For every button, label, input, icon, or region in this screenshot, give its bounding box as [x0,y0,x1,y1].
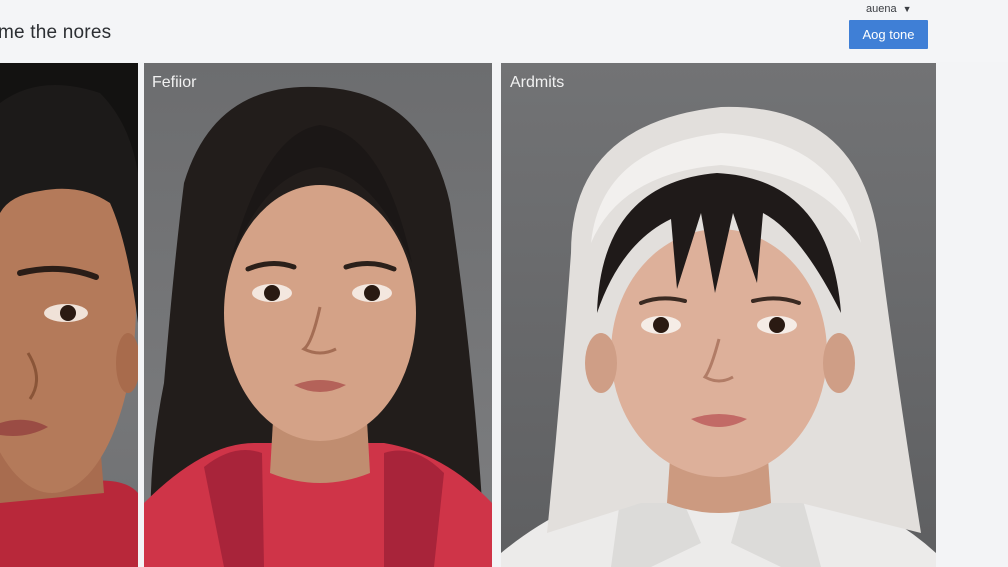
user-menu[interactable]: auena ▼ [866,3,912,15]
image-panel-3[interactable]: Ardmits [501,63,936,567]
image-panel-2[interactable]: Fefiior [144,63,492,567]
portrait-image-2 [144,86,492,567]
caret-down-icon: ▼ [902,4,912,14]
image-panel-1[interactable] [0,63,138,567]
panel-label-3: Ardmits [510,74,565,91]
user-menu-label: auena [866,3,897,15]
right-gutter [936,63,1008,567]
panel-label-2: Fefiior [152,74,197,91]
portrait-image-1 [0,63,138,567]
top-toolbar: me the nores auena ▼ Aog tone [0,0,1008,62]
action-button[interactable]: Aog tone [849,20,928,49]
portrait-image-3 [501,106,936,567]
page-title: me the nores [0,22,112,43]
